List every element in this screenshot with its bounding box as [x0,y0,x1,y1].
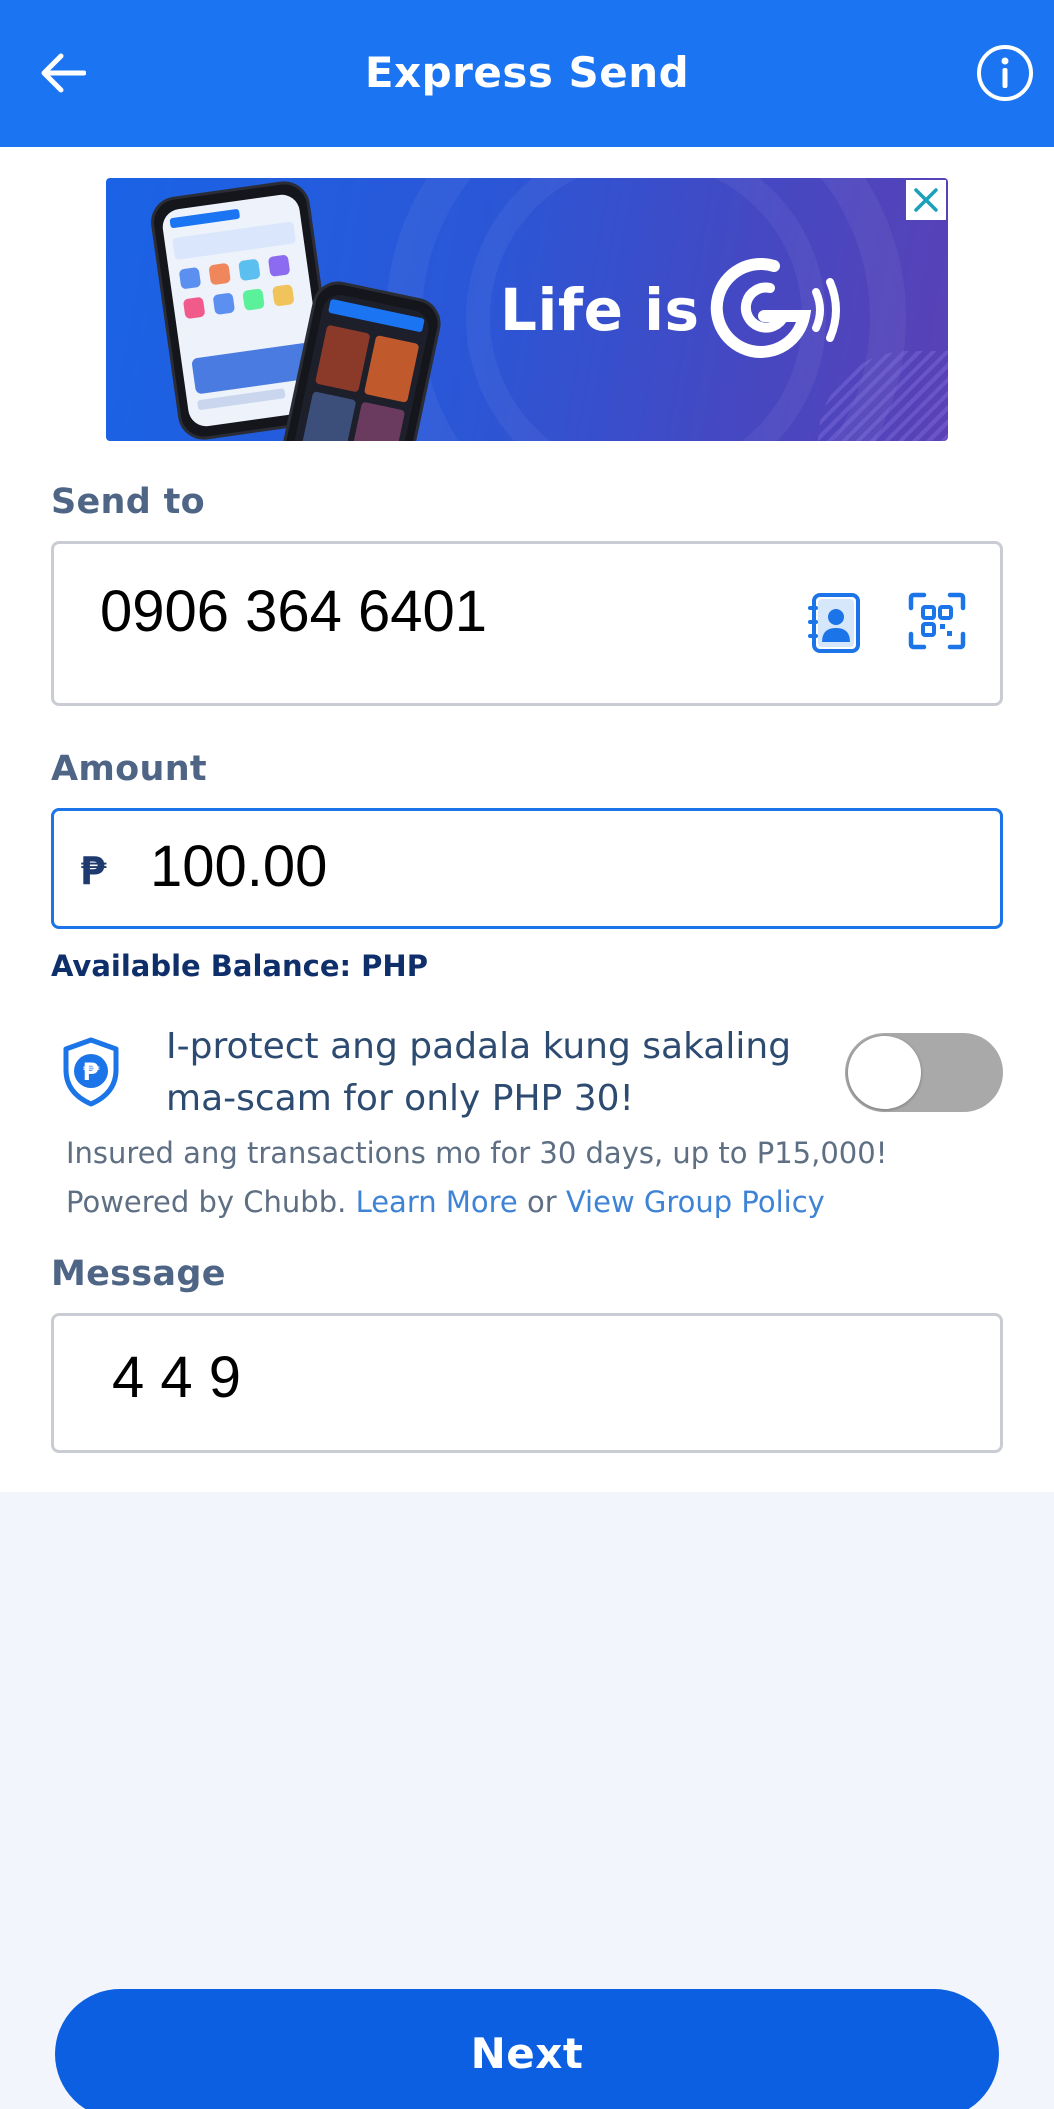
message-label: Message [51,1254,226,1294]
send-to-label: Send to [51,482,205,522]
banner-tagline: Life is [500,276,700,344]
protect-toggle[interactable] [845,1033,1003,1112]
or-text: or [526,1185,557,1219]
info-button[interactable] [972,40,1038,106]
peso-sign: ₱ [80,849,107,893]
protect-description: I-protect ang padala kung sakaling ma-sc… [166,1026,792,1119]
message-field[interactable]: 4 4 9 [51,1313,1003,1453]
app-header: Express Send [0,0,1054,147]
main-content: Life is Send to 0906 364 6401 Amount ₱ 1… [0,147,1054,1492]
contacts-book-icon [808,593,860,653]
banner-close-button[interactable] [906,180,946,220]
gcash-logo [710,258,840,358]
peso-shield-icon: ₱ [63,1037,119,1107]
amount-label: Amount [51,749,207,789]
contacts-button[interactable] [804,590,866,656]
powered-by-text: Powered by Chubb. [66,1185,347,1219]
available-balance: Available Balance: PHP [51,949,428,983]
toggle-knob [848,1036,921,1109]
svg-text:₱: ₱ [83,1058,100,1086]
learn-more-link[interactable]: Learn More [356,1185,518,1219]
qr-scan-button[interactable] [906,590,968,652]
send-to-field[interactable]: 0906 364 6401 [51,541,1003,706]
qr-scan-icon [908,592,966,650]
send-to-value: 0906 364 6401 [100,579,488,644]
amount-field[interactable]: ₱ 100.00 [51,808,1003,929]
amount-value: 100.00 [150,834,328,899]
view-group-policy-link[interactable]: View Group Policy [566,1185,825,1219]
promo-banner[interactable]: Life is [106,178,948,441]
page-title: Express Send [364,48,690,97]
insured-text: Insured ang transactions mo for 30 days,… [66,1136,888,1170]
info-circle-icon [977,45,1033,101]
powered-by-line: Powered by Chubb. Learn More or View Gro… [66,1178,996,1227]
close-icon [914,188,938,212]
message-value: 4 4 9 [112,1345,241,1410]
next-button[interactable]: Next [55,1989,999,2109]
insurance-info: Insured ang transactions mo for 30 days,… [66,1129,996,1227]
